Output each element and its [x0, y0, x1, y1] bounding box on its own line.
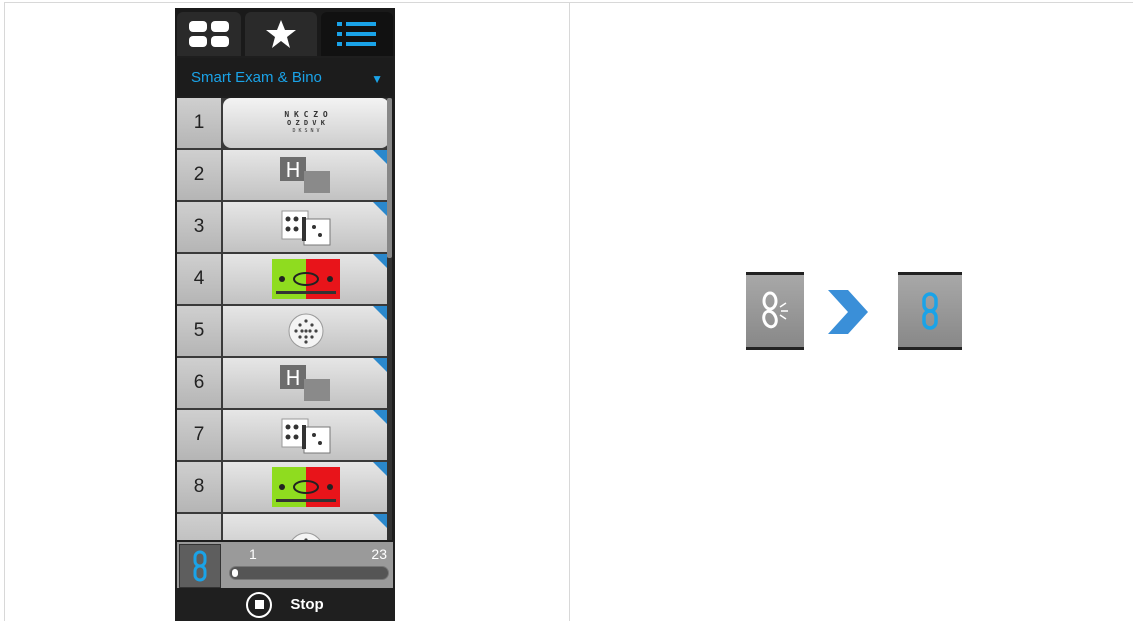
row-number: 7 [177, 410, 221, 460]
row-number: 4 [177, 254, 221, 304]
svg-text:H: H [285, 366, 300, 390]
progress-slider[interactable] [229, 566, 389, 580]
progress-max: 23 [371, 546, 387, 562]
list-item[interactable]: 7 [177, 410, 391, 460]
scrollbar-thumb[interactable] [387, 98, 392, 258]
test-sequence-panel: Smart Exam & Bino ▼ 1 N K C Z O O Z D V … [175, 8, 395, 621]
row-number: 6 [177, 358, 221, 408]
link-button[interactable] [179, 544, 221, 588]
row-card [223, 410, 391, 460]
list-item[interactable]: 9 [177, 514, 391, 540]
cell-border-middle [569, 2, 570, 621]
letter-chart-line: D K S N V [292, 128, 320, 134]
tab-list[interactable] [321, 12, 393, 56]
split-chart-icon [281, 418, 331, 454]
list-item[interactable]: 2 H [177, 150, 391, 200]
caret-down-icon: ▼ [371, 72, 383, 86]
sequence-dropdown[interactable]: Smart Exam & Bino ▼ [177, 58, 393, 96]
dropdown-label: Smart Exam & Bino [191, 68, 322, 86]
cell-border-left [4, 2, 5, 621]
h-target-icon: H [280, 365, 330, 401]
row-card [223, 306, 391, 356]
sequence-list[interactable]: 1 N K C Z O O Z D V K D K S N V 2 H 3 4 … [177, 98, 391, 540]
progress-min: 1 [249, 546, 257, 562]
dot-circle-icon [288, 313, 324, 349]
list-item[interactable]: 8 [177, 462, 391, 512]
row-card [223, 462, 391, 512]
row-number: 2 [177, 150, 221, 200]
tab-bar [175, 8, 395, 56]
progress-bar-area: 1 23 [177, 542, 393, 588]
linked-state-box [898, 272, 962, 350]
svg-text:H: H [285, 158, 300, 182]
progress-fill [232, 569, 238, 577]
star-icon [266, 20, 296, 48]
list-icon [337, 22, 376, 46]
row-number: 3 [177, 202, 221, 252]
list-item[interactable]: 4 [177, 254, 391, 304]
chain-linked-icon [922, 292, 938, 330]
stop-icon [246, 591, 273, 618]
row-card [223, 514, 391, 540]
dot-circle-icon [291, 532, 321, 540]
stop-button[interactable]: Stop [177, 588, 393, 621]
list-scrollbar[interactable] [387, 98, 392, 540]
chain-linked-icon [193, 550, 207, 582]
list-item[interactable]: 5 [177, 306, 391, 356]
split-chart-icon [281, 210, 331, 246]
letter-chart-line: O Z D V K [287, 119, 325, 127]
row-number: 5 [177, 306, 221, 356]
letter-chart-line: N K C Z O [284, 110, 328, 119]
unlinked-state-box [746, 272, 804, 350]
list-item[interactable]: 1 N K C Z O O Z D V K D K S N V [177, 98, 391, 148]
list-item[interactable]: 6 H [177, 358, 391, 408]
list-item[interactable]: 3 [177, 202, 391, 252]
row-card [223, 254, 391, 304]
red-green-icon [272, 467, 340, 507]
red-green-icon [272, 259, 340, 299]
letter-chart-icon: N K C Z O O Z D V K D K S N V [284, 111, 327, 135]
row-number: 9 [177, 514, 221, 540]
row-card: H [223, 358, 391, 408]
h-target-icon: H [280, 157, 330, 193]
row-card: H [223, 150, 391, 200]
row-card: N K C Z O O Z D V K D K S N V [223, 98, 389, 148]
stop-label: Stop [290, 596, 324, 613]
tab-grid[interactable] [177, 12, 241, 56]
row-number: 8 [177, 462, 221, 512]
chevron-right-icon [828, 290, 868, 334]
tab-favorites[interactable] [245, 12, 317, 56]
row-number: 1 [177, 98, 221, 148]
row-card [223, 202, 391, 252]
chain-unlinked-icon [762, 291, 788, 329]
grid-icon [189, 21, 229, 47]
